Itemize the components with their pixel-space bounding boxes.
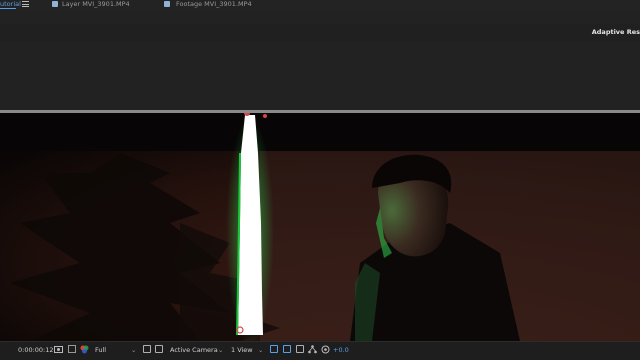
snapshot-icon[interactable] bbox=[54, 345, 63, 353]
resolution-chevron-icon[interactable]: ⌄ bbox=[131, 346, 136, 355]
mask-toggle-icon[interactable] bbox=[270, 345, 278, 353]
tab-footage[interactable]: Footage MVI_3901.MP4 bbox=[176, 0, 252, 8]
fast-preview-icon[interactable] bbox=[283, 345, 291, 353]
exposure-value[interactable]: +0.0 bbox=[333, 346, 349, 355]
transparency-grid-icon[interactable] bbox=[155, 345, 163, 353]
panel-tab-bar: utorial Layer MVI_3901.MP4 Footage MVI_3… bbox=[0, 0, 640, 10]
exposure-icon[interactable] bbox=[321, 345, 330, 354]
region-icon[interactable] bbox=[143, 345, 151, 353]
adaptive-resolution-label[interactable]: Adaptive Res bbox=[592, 28, 640, 36]
tab-layer[interactable]: Layer MVI_3901.MP4 bbox=[62, 0, 130, 8]
composition-viewer[interactable] bbox=[0, 113, 640, 341]
camera-chevron-icon[interactable]: ⌄ bbox=[218, 346, 223, 355]
top-toolbar bbox=[0, 24, 640, 42]
channel-icon[interactable] bbox=[296, 345, 304, 353]
view-layout-select[interactable]: 1 View bbox=[231, 346, 253, 355]
viewer-bottom-toolbar: 0:00:00:12 Full ⌄ Active Camera ⌄ 1 View… bbox=[0, 341, 640, 360]
video-frame bbox=[0, 113, 640, 341]
timecode-display[interactable]: 0:00:00:12 bbox=[18, 346, 54, 355]
flowchart-icon[interactable] bbox=[308, 345, 317, 354]
mask-handle[interactable] bbox=[263, 114, 267, 118]
snapshot-show-icon[interactable] bbox=[68, 345, 76, 353]
view-chevron-icon[interactable]: ⌄ bbox=[258, 346, 263, 355]
layer-tab-icon bbox=[52, 1, 58, 7]
color-wheel-icon[interactable] bbox=[80, 345, 89, 354]
resolution-select[interactable]: Full bbox=[95, 346, 106, 355]
menu-icon[interactable] bbox=[22, 1, 29, 7]
active-tab-indicator bbox=[0, 8, 16, 9]
footage-tab-icon bbox=[164, 1, 170, 7]
top-shadow bbox=[0, 113, 640, 151]
camera-select[interactable]: Active Camera bbox=[170, 346, 218, 355]
